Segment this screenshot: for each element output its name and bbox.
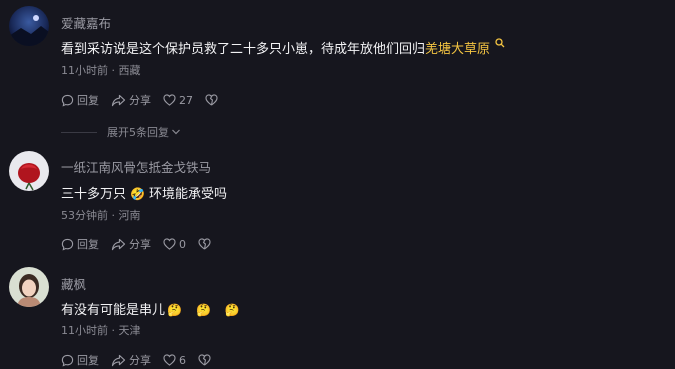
comment-text: 有没有可能是串儿 🤔 🤔 🤔 (61, 299, 244, 318)
avatar[interactable] (9, 6, 49, 46)
expand-replies-button[interactable]: 展开5条回复 (61, 124, 181, 140)
broken-heart-icon (205, 94, 218, 106)
broken-heart-icon (198, 354, 211, 366)
reply-icon (61, 238, 74, 251)
username[interactable]: 藏枫 (61, 274, 86, 293)
share-button[interactable]: 分享 (111, 92, 151, 108)
comment-actions: 回复 分享 27 (61, 92, 233, 108)
reply-label: 回复 (77, 94, 99, 107)
comment-meta: 11小时前 · 西藏 (61, 62, 141, 78)
reply-button[interactable]: 回复 (61, 92, 99, 108)
heart-icon (163, 238, 176, 250)
laughing-emoji-icon: 🤣 (130, 187, 145, 201)
separator: · (111, 64, 116, 77)
avatar[interactable] (9, 151, 49, 191)
dislike-button[interactable] (205, 94, 221, 106)
reply-button[interactable]: 回复 (61, 352, 99, 368)
location: 天津 (118, 324, 141, 337)
separator: · (111, 324, 116, 337)
like-button[interactable]: 27 (163, 94, 193, 107)
broken-heart-icon (198, 238, 211, 250)
share-label: 分享 (129, 354, 151, 367)
reply-label: 回复 (77, 238, 99, 251)
like-button[interactable]: 0 (163, 238, 186, 251)
comment-text: 三十多万只 🤣 环境能承受吗 (61, 183, 227, 202)
thinking-emoji-icon: 🤔 (224, 303, 240, 317)
timestamp: 11小时前 (61, 324, 108, 337)
dislike-button[interactable] (198, 238, 214, 250)
dislike-button[interactable] (198, 354, 214, 366)
share-icon (111, 238, 126, 250)
chevron-down-icon (172, 129, 180, 135)
thinking-emoji-icon: 🤔 (195, 303, 211, 317)
reply-icon (61, 94, 74, 107)
reply-icon (61, 354, 74, 367)
location: 河南 (118, 209, 141, 222)
comment-text-part1: 三十多万只 (61, 187, 127, 202)
heart-icon (163, 94, 176, 106)
avatar[interactable] (9, 267, 49, 307)
search-link[interactable]: 羌塘大草原 (425, 38, 505, 57)
comment-meta: 11小时前 · 天津 (61, 322, 141, 338)
timestamp: 53分钟前 (61, 209, 108, 222)
share-label: 分享 (129, 238, 151, 251)
share-button[interactable]: 分享 (111, 352, 151, 368)
like-button[interactable]: 6 (163, 354, 186, 367)
comment-meta: 53分钟前 · 河南 (61, 207, 141, 223)
comment-text-part2: 环境能承受吗 (148, 187, 227, 202)
comment-actions: 回复 分享 6 (61, 352, 226, 368)
thinking-emoji-icon: 🤔 (167, 303, 182, 317)
like-count: 27 (179, 93, 193, 107)
search-link-text[interactable]: 羌塘大草原 (425, 42, 490, 57)
comment-actions: 回复 分享 0 (61, 236, 226, 252)
share-button[interactable]: 分享 (111, 236, 151, 252)
separator: · (111, 209, 116, 222)
share-label: 分享 (129, 94, 151, 107)
heart-icon (163, 354, 176, 366)
reply-button[interactable]: 回复 (61, 236, 99, 252)
divider-line (61, 131, 97, 133)
like-count: 0 (179, 237, 186, 251)
location: 西藏 (118, 64, 141, 77)
comment-text-main: 看到采访说是这个保护员救了二十多只小崽，待成年放他们回归 (61, 42, 426, 57)
comment-text-main: 有没有可能是串儿 (61, 303, 166, 318)
reply-label: 回复 (77, 354, 99, 367)
timestamp: 11小时前 (61, 64, 108, 77)
share-icon (111, 94, 126, 106)
share-icon (111, 354, 126, 366)
like-count: 6 (179, 353, 186, 367)
username[interactable]: 一纸江南风骨怎抵金戈铁马 (61, 157, 211, 176)
comment-text: 看到采访说是这个保护员救了二十多只小崽，待成年放他们回归羌塘大草原 (61, 38, 505, 57)
search-icon (495, 38, 505, 48)
username[interactable]: 爱藏嘉布 (61, 13, 111, 32)
expand-replies-label: 展开5条回复 (107, 126, 169, 139)
